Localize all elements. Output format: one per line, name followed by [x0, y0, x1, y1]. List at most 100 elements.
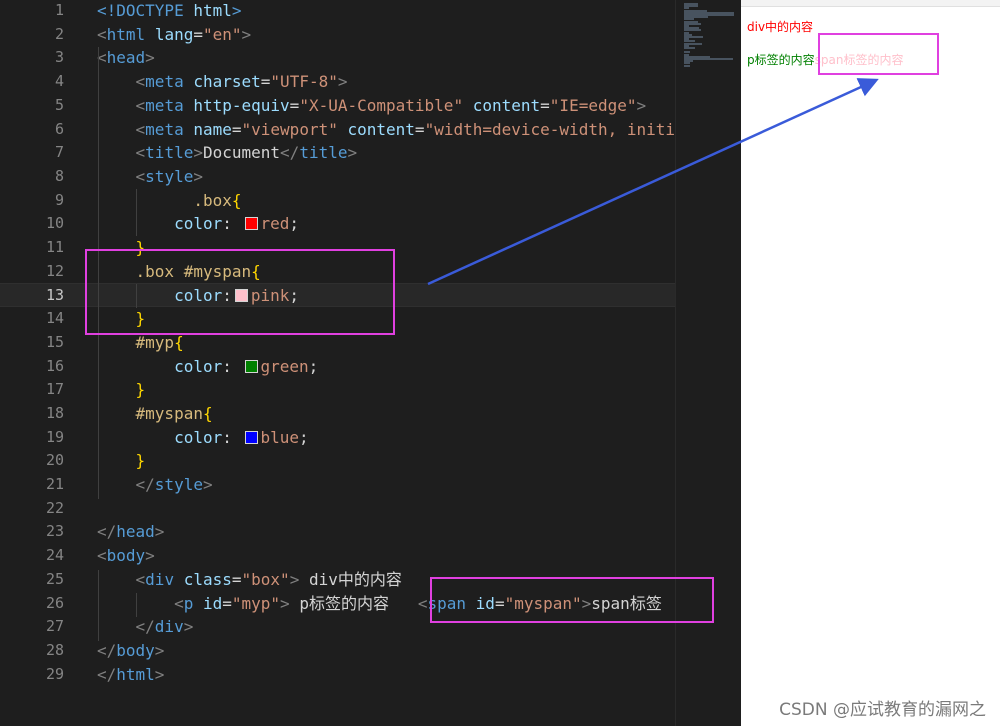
code-line[interactable]: 4 <meta charset="UTF-8"> [0, 70, 675, 94]
color-swatch-icon[interactable] [244, 359, 258, 373]
code-line[interactable]: 22 [0, 497, 675, 521]
code-text: </style> [97, 473, 213, 497]
code-token: .box [193, 190, 232, 210]
code-text: <meta charset="UTF-8"> [97, 70, 348, 94]
line-number: 2 [54, 24, 64, 43]
code-line[interactable]: 7 <title>Document</title> [0, 141, 675, 165]
code-token: name [193, 119, 232, 139]
code-line[interactable]: 20 } [0, 449, 675, 473]
code-token: id [202, 593, 223, 613]
code-token: div [145, 569, 184, 589]
code-token: green [260, 356, 309, 376]
code-token: #myp [135, 332, 175, 352]
code-line[interactable]: 6 <meta name="viewport" content="width=d… [0, 118, 675, 142]
code-line[interactable]: 19 color: blue; [0, 426, 675, 450]
code-token: > [347, 143, 358, 163]
code-token: body [106, 546, 146, 566]
code-line[interactable]: 21 </style> [0, 473, 675, 497]
code-token: blue [260, 427, 300, 447]
code-token: #myspan [135, 403, 203, 423]
code-token: red [260, 214, 290, 234]
code-token: <!DOCTYPE [97, 1, 194, 20]
code-line[interactable]: 17 } [0, 378, 675, 402]
code-token: < [135, 143, 146, 163]
code-token: > [154, 640, 165, 660]
code-token: </ [97, 640, 117, 660]
line-number: 10 [45, 214, 64, 233]
code-token: > [154, 664, 165, 684]
code-token: meta [145, 95, 194, 115]
code-text: <body> [97, 544, 155, 568]
code-token: < [135, 72, 146, 92]
code-token: "X-UA-Compatible" [299, 95, 464, 115]
code-line[interactable]: 29 </html> [0, 663, 675, 687]
color-swatch-icon[interactable] [244, 217, 258, 231]
code-line[interactable]: 18 #myspan{ [0, 402, 675, 426]
code-text: <head> [97, 46, 155, 70]
code-token: > [241, 24, 252, 44]
code-line[interactable]: 3 <head> [0, 46, 675, 70]
code-token: < [174, 593, 184, 613]
code-token: </ [135, 617, 155, 637]
line-number: 9 [54, 190, 64, 209]
line-number: 6 [54, 119, 64, 138]
code-token: head [106, 48, 146, 68]
watermark-text: CSDN @应试教育的漏网之 [779, 700, 986, 720]
line-number: 22 [45, 498, 64, 517]
code-token: > [280, 593, 290, 613]
line-number: 19 [45, 427, 64, 446]
code-line[interactable]: 2 <html lang="en"> [0, 23, 675, 47]
code-token: "IE=edge" [549, 95, 637, 115]
code-line[interactable]: 24 <body> [0, 544, 675, 568]
line-number: 21 [45, 475, 64, 493]
code-token: : [222, 214, 242, 234]
line-number: 4 [54, 72, 64, 91]
code-line[interactable]: 5 <meta http-equiv="X-UA-Compatible" con… [0, 94, 675, 118]
code-text: color: green; [97, 355, 318, 379]
code-text: color: red; [97, 212, 299, 236]
code-token: html [106, 24, 155, 44]
preview-div-text: div中的内容 [747, 20, 814, 34]
code-token: > [154, 522, 165, 542]
code-text: .box{ [97, 189, 241, 213]
code-line[interactable]: 28 </body> [0, 639, 675, 663]
code-token: = [260, 72, 271, 92]
code-token: : [222, 427, 242, 447]
code-token: color [174, 356, 223, 376]
code-token: html [193, 1, 232, 20]
code-token: < [97, 546, 107, 566]
code-token: > [636, 95, 647, 115]
line-number: 17 [45, 380, 64, 399]
code-token: p标签的内容 [289, 593, 418, 613]
code-token: title [299, 143, 348, 163]
code-token: { [202, 403, 213, 423]
color-swatch-icon[interactable] [244, 430, 258, 444]
code-token: color [174, 427, 223, 447]
code-line[interactable]: 10 color: red; [0, 212, 675, 236]
code-token: > [193, 166, 203, 186]
code-line[interactable]: 8 <style> [0, 165, 675, 189]
code-line[interactable]: 16 color: green; [0, 355, 675, 379]
code-token: ; [308, 356, 319, 376]
code-text: <title>Document</title> [97, 141, 358, 165]
code-token: = [193, 24, 203, 44]
code-line[interactable]: 1 <!DOCTYPE html> [0, 0, 675, 23]
code-line[interactable]: 23 </head> [0, 520, 675, 544]
code-token: </ [97, 664, 117, 684]
code-token: } [135, 451, 146, 471]
code-token: class [183, 569, 232, 589]
minimap-line [684, 64, 691, 67]
code-token: head [116, 522, 155, 542]
code-line[interactable]: 9 .box{ [0, 189, 675, 213]
code-token: charset [193, 72, 261, 92]
